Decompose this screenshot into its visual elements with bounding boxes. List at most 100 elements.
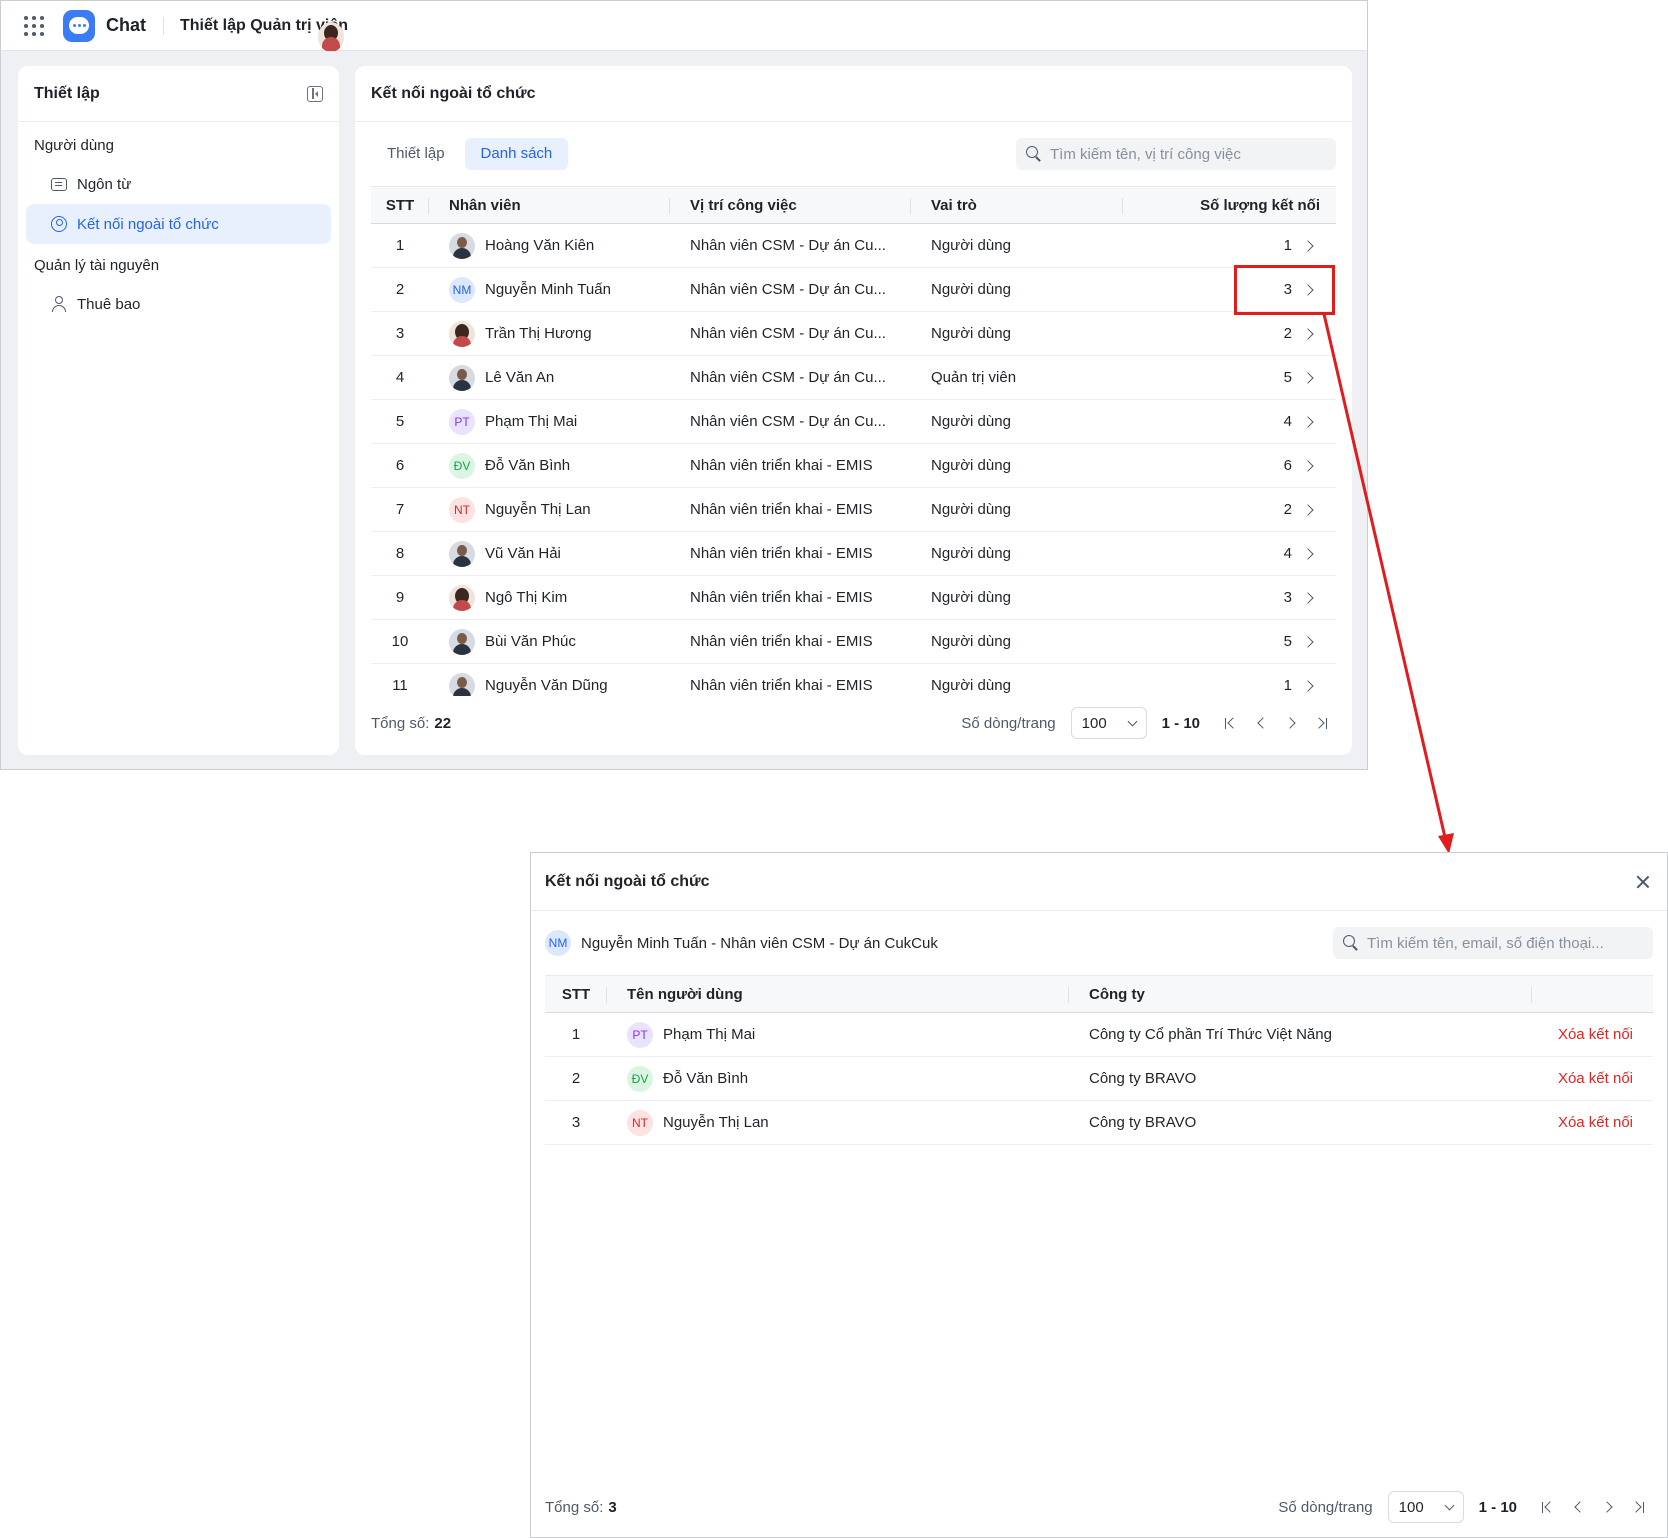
column-header-count: Số lượng kết nối xyxy=(1200,196,1320,214)
employee-name: Phạm Thị Mai xyxy=(485,413,578,430)
chevron-right-icon[interactable] xyxy=(1302,591,1314,604)
role: Người dùng xyxy=(931,237,1011,254)
dialog-search-input[interactable] xyxy=(1367,934,1653,952)
employee-name: Nguyễn Minh Tuấn xyxy=(485,281,611,298)
company-name: Công ty BRAVO xyxy=(1089,1070,1197,1087)
sidebar-item-vocabulary[interactable]: Ngôn từ xyxy=(26,164,331,204)
apps-grid-icon[interactable] xyxy=(23,15,45,37)
remove-connection-link[interactable]: Xóa kết nối xyxy=(1558,1026,1633,1043)
row-index: 7 xyxy=(395,501,405,518)
connection-count-cell[interactable]: 4 xyxy=(1123,532,1336,575)
collapse-sidebar-icon[interactable] xyxy=(307,85,323,102)
remove-connection-link[interactable]: Xóa kết nối xyxy=(1558,1114,1633,1131)
row-index: 2 xyxy=(395,281,405,298)
sidebar-item-subscriptions[interactable]: Thuê bao xyxy=(26,284,331,324)
chevron-right-icon[interactable] xyxy=(1302,547,1314,560)
role: Người dùng xyxy=(931,325,1011,342)
employee-cell: PT Phạm Thị Mai xyxy=(429,400,670,443)
table-row[interactable]: 8 Vũ Văn Hải Nhân viên triển khai - EMIS Ng… xyxy=(371,532,1336,576)
prev-page-button[interactable] xyxy=(1246,708,1276,738)
chevron-right-icon[interactable] xyxy=(1302,459,1314,472)
job-position: Nhân viên triển khai - EMIS xyxy=(690,501,873,518)
chevron-right-icon[interactable] xyxy=(1302,503,1314,516)
connection-count-cell[interactable]: 1 xyxy=(1123,664,1336,696)
search-icon xyxy=(1026,146,1042,162)
employee-name: Lê Văn An xyxy=(485,369,555,386)
connection-count-cell[interactable]: 2 xyxy=(1123,488,1336,531)
column-header-actions xyxy=(1532,976,1653,1012)
employee-name: Vũ Văn Hải xyxy=(485,545,561,562)
chevron-right-icon[interactable] xyxy=(1302,679,1314,692)
table-row[interactable]: 7 NT Nguyễn Thị Lan Nhân viên triển khai - … xyxy=(371,488,1336,532)
search-input[interactable] xyxy=(1050,145,1336,163)
table-row[interactable]: 10 Bùi Văn Phúc Nhân viên triển khai - EMI… xyxy=(371,620,1336,664)
avatar xyxy=(449,672,475,696)
table-row[interactable]: 2 NM Nguyễn Minh Tuấn Nhân viên CSM - Dự án… xyxy=(371,268,1336,312)
tab-settings[interactable]: Thiết lập xyxy=(371,138,461,170)
user-avatar[interactable] xyxy=(318,21,345,52)
chevron-right-icon[interactable] xyxy=(1302,371,1314,384)
connection-count-cell[interactable]: 6 xyxy=(1123,444,1336,487)
employee-cell: Vũ Văn Hải xyxy=(429,532,670,575)
next-page-button[interactable] xyxy=(1276,708,1306,738)
prev-page-button[interactable] xyxy=(1563,1492,1593,1522)
table-row[interactable]: 11 Nguyễn Văn Dũng Nhân viên triển khai - … xyxy=(371,664,1336,696)
pagination: Số dòng/trang 100 1 - 10 xyxy=(1278,1491,1653,1523)
employee-cell: Ngô Thị Kim xyxy=(429,576,670,619)
connection-count: 2 xyxy=(1283,501,1292,518)
table-row[interactable]: 3 Trần Thị Hương Nhân viên CSM - Dự án Cu.… xyxy=(371,312,1336,356)
user-cell: PT Phạm Thị Mai xyxy=(607,1013,1069,1056)
first-page-button[interactable] xyxy=(1533,1492,1563,1522)
total-label: Tổng số: xyxy=(371,714,430,732)
employee-name: Bùi Văn Phúc xyxy=(485,633,576,650)
chevron-right-icon[interactable] xyxy=(1302,635,1314,648)
first-page-button[interactable] xyxy=(1216,708,1246,738)
table-header: STT Tên người dùng Công ty xyxy=(545,975,1653,1013)
table-row: 3 NT Nguyễn Thị Lan Công ty BRAVO Xóa kết nố… xyxy=(545,1101,1653,1145)
remove-connection-link[interactable]: Xóa kết nối xyxy=(1558,1070,1633,1087)
connection-count-cell[interactable]: 5 xyxy=(1123,356,1336,399)
dialog-user-info: NM Nguyễn Minh Tuấn - Nhân viên CSM - Dự… xyxy=(531,911,1667,975)
column-header-position: Vị trí công việc xyxy=(670,187,911,223)
next-page-button[interactable] xyxy=(1593,1492,1623,1522)
job-position: Nhân viên triển khai - EMIS xyxy=(690,633,873,650)
chevron-right-icon[interactable] xyxy=(1302,327,1314,340)
connection-count-cell[interactable]: 5 xyxy=(1123,620,1336,663)
total-count: 3 xyxy=(608,1498,617,1516)
connection-count-cell[interactable]: 3 xyxy=(1123,576,1336,619)
connection-count: 4 xyxy=(1283,545,1292,562)
connection-count-cell[interactable]: 2 xyxy=(1123,312,1336,355)
tab-list[interactable]: Danh sách xyxy=(464,138,569,170)
sidebar-item-external-connections[interactable]: Kết nối ngoài tổ chức xyxy=(26,204,331,244)
page-size-select[interactable]: 100 xyxy=(1387,1491,1464,1523)
role: Người dùng xyxy=(931,633,1011,650)
table-body: 1 Hoàng Văn Kiên Nhân viên CSM - Dự án Cu.… xyxy=(371,224,1336,696)
last-page-button[interactable] xyxy=(1306,708,1336,738)
connection-count: 5 xyxy=(1283,369,1292,386)
table-row[interactable]: 6 ĐV Đỗ Văn Bình Nhân viên triển khai - EMI… xyxy=(371,444,1336,488)
last-page-button[interactable] xyxy=(1623,1492,1653,1522)
sidebar-item-label: Thuê bao xyxy=(77,295,141,313)
table-header: STT Nhân viên Vị trí công việc Vai trò S… xyxy=(371,186,1336,224)
total-count: 22 xyxy=(434,714,452,732)
close-icon[interactable] xyxy=(1635,874,1651,890)
table-row[interactable]: 4 Lê Văn An Nhân viên CSM - Dự án Cu... Quả… xyxy=(371,356,1336,400)
employee-cell: NM Nguyễn Minh Tuấn xyxy=(429,268,670,311)
row-index: 1 xyxy=(395,237,405,254)
row-index: 6 xyxy=(395,457,405,474)
table-row[interactable]: 9 Ngô Thị Kim Nhân viên triển khai - EMIS N… xyxy=(371,576,1336,620)
job-position: Nhân viên CSM - Dự án Cu... xyxy=(690,281,886,298)
chevron-right-icon[interactable] xyxy=(1302,239,1314,252)
company-name: Công ty BRAVO xyxy=(1089,1114,1197,1131)
connection-count-cell[interactable]: 4 xyxy=(1123,400,1336,443)
sidebar-item-label: Kết nối ngoài tổ chức xyxy=(77,215,219,233)
table-row[interactable]: 5 PT Phạm Thị Mai Nhân viên CSM - Dự án Cu.… xyxy=(371,400,1336,444)
table-row[interactable]: 1 Hoàng Văn Kiên Nhân viên CSM - Dự án Cu.… xyxy=(371,224,1336,268)
page-size-select[interactable]: 100 xyxy=(1070,707,1147,739)
connection-count-cell[interactable]: 1 xyxy=(1123,224,1336,267)
avatar: ĐV xyxy=(449,452,475,479)
connection-count: 3 xyxy=(1283,589,1292,606)
role: Người dùng xyxy=(931,457,1011,474)
chevron-right-icon[interactable] xyxy=(1302,415,1314,428)
dialog-search-box xyxy=(1333,927,1653,959)
